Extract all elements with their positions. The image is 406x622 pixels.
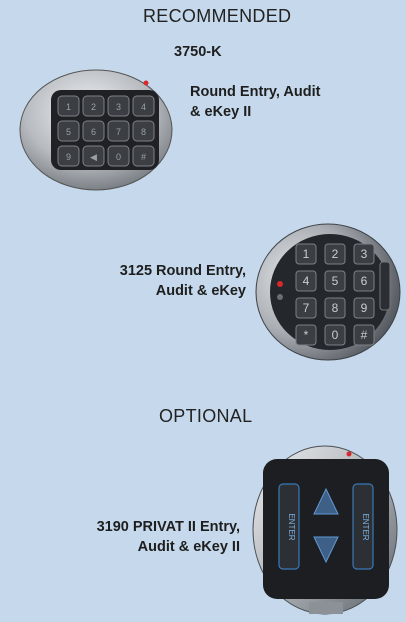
status-led-icon [346, 451, 352, 457]
keypad-key-label: 2 [91, 102, 96, 112]
keypad-key-label: 6 [91, 127, 96, 137]
keypad-3125-image: 1 2 3 4 5 6 7 8 9 * 0 # [250, 222, 402, 362]
recommended-heading: RECOMMENDED [143, 6, 292, 26]
keypad-key-label: 8 [141, 127, 146, 137]
product-3125-model-line2: Audit & eKey [155, 283, 246, 299]
keypad-key-label: 7 [116, 127, 121, 137]
keypad-3750k-image: 1 2 3 4 5 6 7 8 9 ◀ 0 # [18, 68, 173, 193]
keypad-key-label: 1 [303, 247, 310, 261]
keypad-key-label: ◀ [90, 152, 97, 162]
keypad-key-label: 4 [141, 102, 146, 112]
status-led-icon [143, 80, 149, 86]
keypad-key-label: 4 [303, 274, 310, 288]
keypad-key-label: 3 [361, 247, 368, 261]
keypad-key-label: * [304, 328, 309, 342]
keypad-key-label: 0 [116, 152, 121, 162]
status-led-icon [277, 281, 283, 287]
keypad-key-label: # [361, 328, 368, 342]
optional-heading: OPTIONAL [159, 406, 253, 426]
keypad-key-label: 8 [332, 301, 339, 315]
svg-text:ENTER: ENTER [287, 513, 296, 540]
keypad-key-label: 0 [332, 328, 339, 342]
product-3750k-desc-line2: & eKey II [190, 104, 252, 120]
keypad-key-label: 6 [361, 274, 368, 288]
product-3750k-desc-line1: Round Entry, Audit [190, 84, 321, 100]
product-3190-model-line2: Audit & eKey II [137, 539, 240, 555]
keypad-key-label: 7 [303, 301, 310, 315]
product-3190-model-line1: 3190 PRIVAT II Entry, [96, 519, 240, 535]
keypad-key-label: 5 [66, 127, 71, 137]
svg-text:ENTER: ENTER [361, 513, 370, 540]
keypad-key-label: 9 [361, 301, 368, 315]
product-3125-model-line1: 3125 Round Entry, [119, 263, 246, 279]
product-3750k-model: 3750-K [174, 44, 222, 60]
keypad-key-label: 5 [332, 274, 339, 288]
keypad-key-label: # [141, 152, 146, 162]
keypad-3190-image: ENTER ENTER [249, 444, 401, 619]
keypad-key-label: 9 [66, 152, 71, 162]
keypad-key-label: 3 [116, 102, 121, 112]
keypad-key-label: 2 [332, 247, 339, 261]
keypad-key-label: 1 [66, 102, 71, 112]
